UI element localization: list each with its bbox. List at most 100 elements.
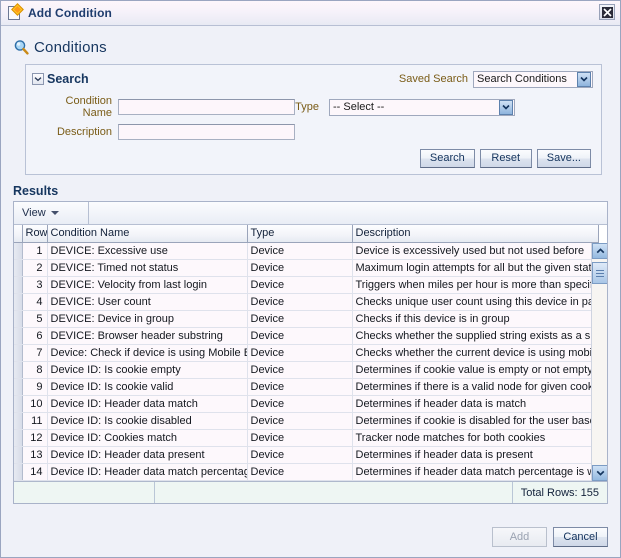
- scrollbar-grip: [596, 270, 604, 277]
- row-handle[interactable]: [14, 259, 22, 276]
- cancel-button[interactable]: Cancel: [553, 527, 608, 547]
- table-row[interactable]: 9Device ID: Is cookie validDeviceDetermi…: [14, 378, 598, 395]
- row-handle[interactable]: [14, 344, 22, 361]
- row-handle[interactable]: [14, 310, 22, 327]
- row-handle[interactable]: [14, 446, 22, 463]
- cell-description: Triggers when miles per hour is more tha…: [352, 276, 598, 293]
- chevron-down-icon[interactable]: [592, 465, 607, 481]
- row-handle[interactable]: [14, 327, 22, 344]
- saved-search-group: Saved Search Search Conditions: [399, 71, 593, 88]
- row-handle[interactable]: [14, 463, 22, 480]
- search-panel-buttons: Search Reset Save...: [32, 149, 593, 168]
- cell-row-number: 14: [22, 463, 47, 480]
- cell-description: Checks whether the supplied string exist…: [352, 327, 598, 344]
- table-row[interactable]: 6DEVICE: Browser header substringDeviceC…: [14, 327, 598, 344]
- cell-description: Determines if header data is match: [352, 395, 598, 412]
- table-row[interactable]: 5DEVICE: Device in groupDeviceChecks if …: [14, 310, 598, 327]
- cell-row-number: 7: [22, 344, 47, 361]
- cell-row-number: 4: [22, 293, 47, 310]
- type-select[interactable]: -- Select --: [329, 99, 515, 116]
- description-input[interactable]: [118, 124, 295, 140]
- cell-description: Device is excessively used but not used …: [352, 242, 598, 259]
- column-header-row[interactable]: Row: [22, 225, 47, 242]
- condition-name-label: Condition Name: [34, 95, 118, 119]
- cell-condition-name: DEVICE: Browser header substring: [47, 327, 247, 344]
- add-button[interactable]: Add: [492, 527, 547, 547]
- cell-row-number: 1: [22, 242, 47, 259]
- cell-description: Maximum login attempts for all but the g…: [352, 259, 598, 276]
- cell-row-number: 13: [22, 446, 47, 463]
- caret-down-icon: [51, 211, 59, 215]
- results-heading: Results: [13, 184, 610, 198]
- results-toolbar: View: [14, 202, 607, 225]
- vertical-scrollbar[interactable]: [591, 243, 607, 481]
- table-row[interactable]: 12Device ID: Cookies matchDeviceTracker …: [14, 429, 598, 446]
- cell-type: Device: [247, 361, 352, 378]
- page-title: Conditions: [34, 39, 107, 56]
- table-row[interactable]: 15Device ID: known header data match per…: [14, 480, 598, 481]
- table-row[interactable]: 3DEVICE: Velocity from last loginDeviceT…: [14, 276, 598, 293]
- row-handle[interactable]: [14, 395, 22, 412]
- chevron-down-icon: [499, 100, 513, 115]
- table-row[interactable]: 7Device: Check if device is using Mobile…: [14, 344, 598, 361]
- cell-description: Checks whether the current device is usi…: [352, 344, 598, 361]
- cell-type: Device: [247, 378, 352, 395]
- row-handle[interactable]: [14, 412, 22, 429]
- row-handle[interactable]: [14, 242, 22, 259]
- column-header-description[interactable]: Description: [352, 225, 598, 242]
- table-body: 1DEVICE: Excessive useDeviceDevice is ex…: [14, 242, 598, 481]
- cell-type: Device: [247, 344, 352, 361]
- condition-name-input[interactable]: [118, 99, 295, 115]
- cell-description: Checks if this device is in group: [352, 310, 598, 327]
- cell-description: Determines if cookie value is empty or n…: [352, 361, 598, 378]
- cell-condition-name: Device ID: Header data match: [47, 395, 247, 412]
- page-heading: Conditions: [13, 36, 610, 58]
- table-row[interactable]: 14Device ID: Header data match percentag…: [14, 463, 598, 480]
- view-menu-button[interactable]: View: [14, 202, 89, 224]
- cell-row-number: 8: [22, 361, 47, 378]
- table-row[interactable]: 8Device ID: Is cookie emptyDeviceDetermi…: [14, 361, 598, 378]
- table-header-row: Row Condition Name Type Description: [14, 225, 598, 242]
- row-handle[interactable]: [14, 429, 22, 446]
- cell-description: Determines if cookie is disabled for the…: [352, 412, 598, 429]
- dialog-footer: Add Cancel: [1, 517, 620, 557]
- column-header-condition-name[interactable]: Condition Name: [47, 225, 247, 242]
- chevron-down-icon[interactable]: [32, 73, 44, 85]
- table-row[interactable]: 11Device ID: Is cookie disabledDeviceDet…: [14, 412, 598, 429]
- save-button[interactable]: Save...: [537, 149, 591, 168]
- row-handle[interactable]: [14, 276, 22, 293]
- cell-row-number: 15: [22, 480, 47, 481]
- search-panel: Search Saved Search Search Conditions Co…: [25, 64, 602, 175]
- cell-description: Determines if header data match percenta…: [352, 463, 598, 480]
- dialog-titlebar: Add Condition: [1, 1, 620, 26]
- cell-condition-name: DEVICE: Excessive use: [47, 242, 247, 259]
- cell-condition-name: Device ID: Is cookie disabled: [47, 412, 247, 429]
- cell-condition-name: Device ID: Header data match percentage: [47, 463, 247, 480]
- close-icon[interactable]: [599, 4, 615, 20]
- cell-condition-name: Device: Check if device is using Mobile …: [47, 344, 247, 361]
- scrollbar-thumb[interactable]: [592, 262, 607, 284]
- row-handle[interactable]: [14, 361, 22, 378]
- add-page-icon: [8, 6, 23, 21]
- cell-type: Device: [247, 480, 352, 481]
- search-button[interactable]: Search: [420, 149, 475, 168]
- cell-type: Device: [247, 293, 352, 310]
- table-row[interactable]: 10Device ID: Header data matchDeviceDete…: [14, 395, 598, 412]
- table-row[interactable]: 4DEVICE: User countDeviceChecks unique u…: [14, 293, 598, 310]
- row-handle[interactable]: [14, 378, 22, 395]
- saved-search-select[interactable]: Search Conditions: [473, 71, 593, 88]
- chevron-up-icon[interactable]: [592, 243, 607, 259]
- table-row[interactable]: 1DEVICE: Excessive useDeviceDevice is ex…: [14, 242, 598, 259]
- cell-condition-name: DEVICE: Device in group: [47, 310, 247, 327]
- table-row[interactable]: 2DEVICE: Timed not statusDeviceMaximum l…: [14, 259, 598, 276]
- reset-button[interactable]: Reset: [480, 149, 532, 168]
- row-handle[interactable]: [14, 480, 22, 481]
- table-row[interactable]: 13Device ID: Header data presentDeviceDe…: [14, 446, 598, 463]
- results-status-bar: Total Rows: 155: [14, 481, 607, 503]
- cell-row-number: 2: [22, 259, 47, 276]
- cell-type: Device: [247, 259, 352, 276]
- row-handle[interactable]: [14, 293, 22, 310]
- total-rows-label: Total Rows: 155: [513, 482, 607, 503]
- cell-condition-name: Device ID: Is cookie valid: [47, 378, 247, 395]
- column-header-type[interactable]: Type: [247, 225, 352, 242]
